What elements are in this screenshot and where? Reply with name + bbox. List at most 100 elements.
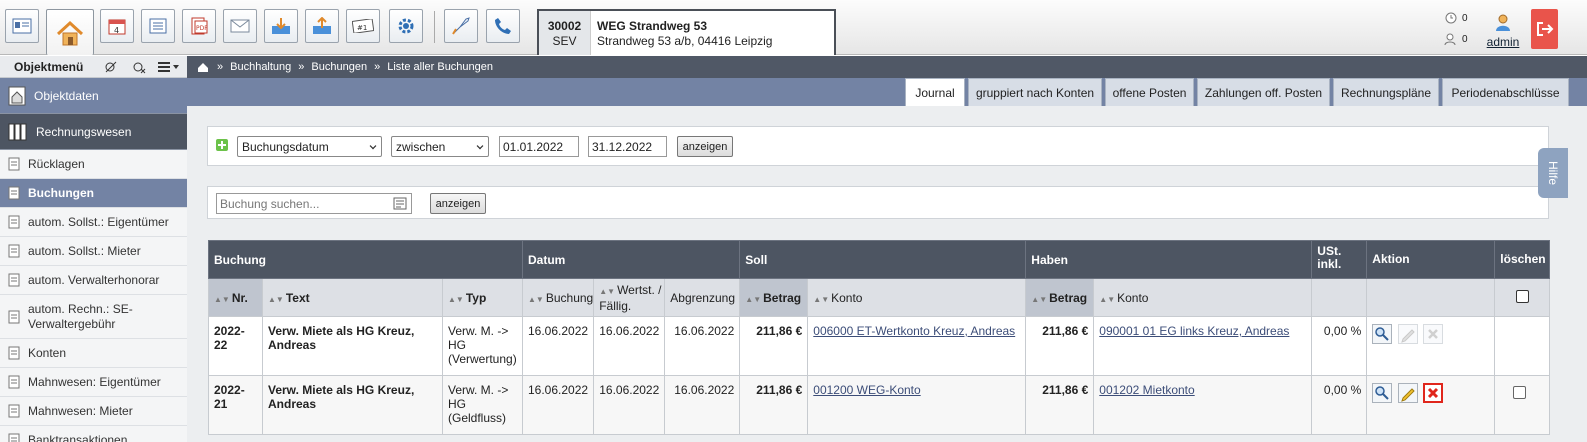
cell-typ: Verw. M. -> HG (Verwertung)	[442, 316, 523, 376]
col-header-text[interactable]: ▲▼ Text	[262, 278, 443, 317]
tab-offene-posten[interactable]: offene Posten	[1105, 78, 1194, 106]
filter-clear-icon[interactable]	[132, 60, 146, 74]
tab-rechnungsplaene[interactable]: Rechnungspläne	[1333, 78, 1439, 106]
tab-zahlungen[interactable]: Zahlungen off. Posten	[1197, 78, 1330, 106]
filter-to-input[interactable]: 31.12.2022	[588, 136, 667, 157]
col-header-buchung[interactable]: ▲▼ Buchung	[521, 278, 595, 317]
username-link[interactable]: admin	[1487, 35, 1520, 49]
search-input[interactable]: Buchung suchen...	[216, 193, 412, 214]
tab-bar: Journal gruppiert nach Konten offene Pos…	[187, 78, 1587, 106]
sidebar-item-ruecklagen[interactable]: Rücklagen	[0, 150, 187, 179]
sidebar-item-label: Konten	[28, 346, 67, 360]
cell-buchung: 16.06.2022	[521, 316, 595, 376]
user-menu[interactable]: admin	[1478, 9, 1528, 55]
cell-haben-betrag: 211,86 €	[1025, 316, 1095, 376]
delete-button[interactable]	[1422, 383, 1443, 403]
document-icon	[8, 375, 20, 389]
cell-abgrenzung: 16.06.2022	[664, 375, 741, 435]
tab-journal[interactable]: Journal	[905, 78, 965, 106]
home-button[interactable]	[46, 9, 94, 55]
cell-buchung: 16.06.2022	[521, 375, 595, 435]
pdf-button[interactable]: PDF	[182, 9, 216, 43]
counter-2[interactable]: 0	[1444, 30, 1474, 48]
counter-1[interactable]: 0	[1444, 9, 1474, 27]
sidebar-item-se-verwaltergebuehr[interactable]: autom. Rechn.: SE-Verwaltergebühr	[0, 295, 187, 339]
tab-periodenabschluesse[interactable]: Periodenabschlüsse	[1442, 78, 1569, 106]
filter-show-button[interactable]: anzeigen	[677, 136, 733, 157]
mail-button[interactable]	[223, 9, 257, 43]
phone-button[interactable]	[486, 9, 520, 43]
sidebar-item-banktransaktionen[interactable]: Banktransaktionen	[0, 426, 187, 442]
home-icon[interactable]	[197, 62, 209, 73]
col-header-nr[interactable]: ▲▼ Nr.	[208, 278, 263, 317]
tab-gruppiert[interactable]: gruppiert nach Konten	[968, 78, 1102, 106]
haben-konto-link[interactable]: 001202 Mietkonto	[1099, 383, 1194, 397]
menu-icon[interactable]	[158, 61, 180, 73]
svg-text:#1: #1	[357, 24, 367, 32]
sidebar-section-objektdaten[interactable]: Objektdaten	[0, 78, 187, 114]
select-all-checkbox[interactable]	[1515, 289, 1529, 303]
group-header-loeschen: löschen	[1494, 240, 1551, 279]
soll-konto-link[interactable]: 006000 ET-Wertkonto Kreuz, Andreas	[813, 324, 1015, 338]
upload-button[interactable]	[305, 9, 339, 43]
logout-button[interactable]	[1531, 9, 1558, 49]
cell-ust: 0,00 %	[1311, 316, 1368, 376]
sidebar-item-label: autom. Rechn.: SE-Verwaltergebühr	[28, 301, 133, 331]
rocket-button[interactable]	[444, 9, 478, 43]
group-header-ust: USt. inkl.	[1311, 240, 1368, 279]
group-header-buchung: Buchung	[208, 240, 523, 279]
sidebar-item-sollst-eigentuemer[interactable]: autom. Sollst.: Eigentümer	[0, 208, 187, 237]
col-header-aktion-empty	[1366, 278, 1496, 317]
add-filter-icon[interactable]	[216, 139, 228, 151]
visibility-icon[interactable]	[104, 60, 118, 74]
sidebar-item-konten[interactable]: Konten	[0, 339, 187, 368]
filter-from-input[interactable]: 01.01.2022	[499, 136, 579, 157]
col-header-soll-konto[interactable]: ▲▼ Konto	[807, 278, 1027, 317]
breadcrumb-item[interactable]: Buchungen	[311, 61, 367, 73]
cell-soll-betrag: 211,86 €	[739, 316, 809, 376]
user-alert-icon	[1444, 33, 1456, 46]
download-button[interactable]	[264, 9, 298, 43]
ticket-button[interactable]: #1	[346, 9, 380, 43]
filter-field-select[interactable]: Buchungsdatum	[237, 136, 382, 157]
document-icon	[8, 157, 20, 171]
cell-aktion	[1366, 375, 1496, 435]
search-options-icon[interactable]	[393, 197, 407, 210]
form-button[interactable]	[141, 9, 175, 43]
pdf-icon: PDF	[191, 17, 208, 35]
building-icon	[8, 86, 26, 105]
breadcrumb-item[interactable]: Buchhaltung	[230, 61, 291, 73]
object-type: SEV	[552, 34, 577, 48]
sidebar-item-mahnwesen-eigentuemer[interactable]: Mahnwesen: Eigentümer	[0, 368, 187, 397]
sidebar-item-label: Banktransaktionen	[28, 433, 128, 442]
filter-operator-select[interactable]: zwischen	[391, 136, 489, 157]
edit-button[interactable]	[1397, 383, 1418, 403]
view-button[interactable]	[1372, 324, 1393, 344]
object-selector[interactable]: 30002 SEV WEG Strandweg 53 Strandweg 53 …	[537, 9, 836, 55]
cell-loeschen	[1494, 316, 1551, 376]
object-address: Strandweg 53 a/b, 04416 Leipzig	[597, 34, 773, 48]
col-header-ust-empty	[1311, 278, 1368, 317]
breadcrumb-item: Liste aller Buchungen	[387, 61, 494, 73]
view-button[interactable]	[1372, 383, 1393, 403]
contact-card-button[interactable]	[5, 9, 39, 43]
col-header-soll-betrag[interactable]: ▲▼ Betrag	[739, 278, 809, 317]
col-header-haben-konto[interactable]: ▲▼ Konto	[1093, 278, 1313, 317]
col-header-wertst[interactable]: ▲▼ Wertst. / Fällig.	[593, 278, 666, 317]
cell-nr: 2022-22	[208, 316, 263, 376]
haben-konto-link[interactable]: 090001 01 EG links Kreuz, Andreas	[1099, 324, 1289, 338]
search-show-button[interactable]: anzeigen	[430, 193, 486, 214]
sidebar-item-buchungen[interactable]: Buchungen	[0, 179, 187, 208]
sidebar-item-sollst-mieter[interactable]: autom. Sollst.: Mieter	[0, 237, 187, 266]
sidebar-item-verwalterhonorar[interactable]: autom. Verwalterhonorar	[0, 266, 187, 295]
col-header-haben-betrag[interactable]: ▲▼ Betrag	[1025, 278, 1095, 317]
row-delete-checkbox[interactable]	[1513, 386, 1527, 399]
settings-button[interactable]	[389, 9, 423, 43]
help-tab[interactable]: Hilfe	[1538, 148, 1568, 198]
soll-konto-link[interactable]: 001200 WEG-Konto	[813, 383, 920, 397]
calendar-button[interactable]: 4	[100, 9, 134, 43]
sidebar-section-rechnungswesen[interactable]: Rechnungswesen	[0, 114, 187, 150]
sidebar-item-mahnwesen-mieter[interactable]: Mahnwesen: Mieter	[0, 397, 187, 426]
col-header-typ[interactable]: ▲▼ Typ	[442, 278, 523, 317]
filter-operator-value: zwischen	[396, 139, 446, 154]
